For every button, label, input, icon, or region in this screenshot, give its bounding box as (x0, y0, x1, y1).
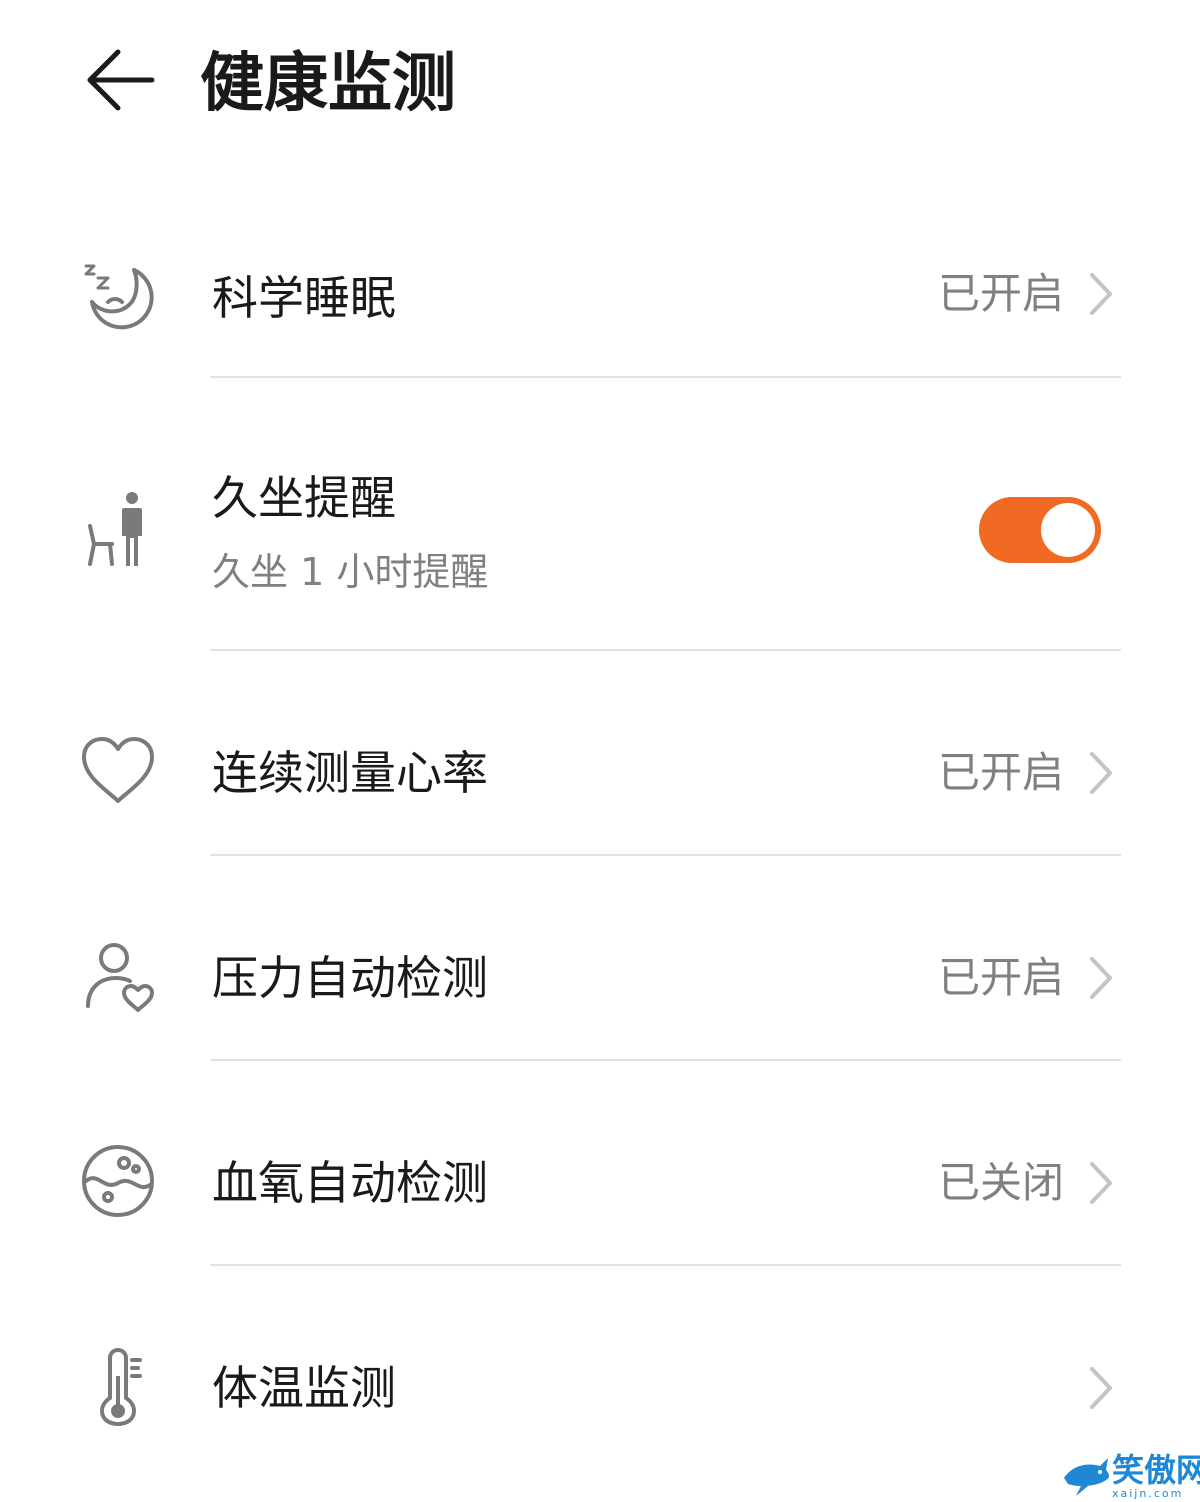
row-blood-oxygen[interactable]: 血氧自动检测 已关闭 (0, 1061, 1200, 1266)
header: 健康监测 (0, 0, 1200, 170)
health-monitoring-page: 健康监测 科学睡眠 已开启 久坐提醒 久坐 1 小时提醒 连续测量心率 已开启 … (0, 0, 1200, 1502)
blood-oxygen-icon (78, 1141, 158, 1221)
row-label: 科学睡眠 (212, 271, 396, 325)
person-chair-icon (78, 490, 158, 570)
chevron-right-icon (1086, 1158, 1116, 1208)
arrow-left-icon (87, 49, 155, 111)
status-text: 已开启 (937, 953, 1064, 1002)
row-heart-rate[interactable]: 连续测量心率 已开启 (0, 651, 1200, 856)
row-label: 压力自动检测 (212, 951, 488, 1005)
chevron-right-icon (1086, 1363, 1116, 1413)
toggle-knob (1041, 503, 1095, 557)
sleep-moon-icon (78, 256, 158, 336)
row-label: 连续测量心率 (212, 746, 488, 800)
row-subtitle: 久坐 1 小时提醒 (212, 550, 489, 594)
status-text: 已关闭 (937, 1158, 1064, 1207)
row-sedentary: 久坐提醒 久坐 1 小时提醒 (0, 378, 1200, 650)
row-label: 体温监测 (212, 1361, 396, 1415)
row-sleep[interactable]: 科学睡眠 已开启 (0, 222, 1200, 378)
row-stress[interactable]: 压力自动检测 已开启 (0, 856, 1200, 1061)
watermark-text: 笑傲网 (1112, 1451, 1200, 1489)
watermark-sub: xaijn.com (1112, 1487, 1184, 1500)
person-heart-icon (78, 940, 158, 1020)
heart-icon (78, 731, 158, 811)
status-text: 已开启 (937, 748, 1064, 797)
status-text: 已开启 (937, 269, 1064, 318)
chevron-right-icon (1086, 953, 1116, 1003)
thermometer-icon (78, 1346, 158, 1426)
row-label: 血氧自动检测 (212, 1156, 488, 1210)
sedentary-toggle[interactable] (979, 497, 1101, 563)
back-button[interactable] (80, 44, 160, 116)
row-label: 久坐提醒 (212, 471, 396, 525)
row-body-temperature[interactable]: 体温监测 (0, 1266, 1200, 1502)
chevron-right-icon (1086, 269, 1116, 319)
page-title: 健康监测 (200, 47, 456, 121)
chevron-right-icon (1086, 748, 1116, 798)
